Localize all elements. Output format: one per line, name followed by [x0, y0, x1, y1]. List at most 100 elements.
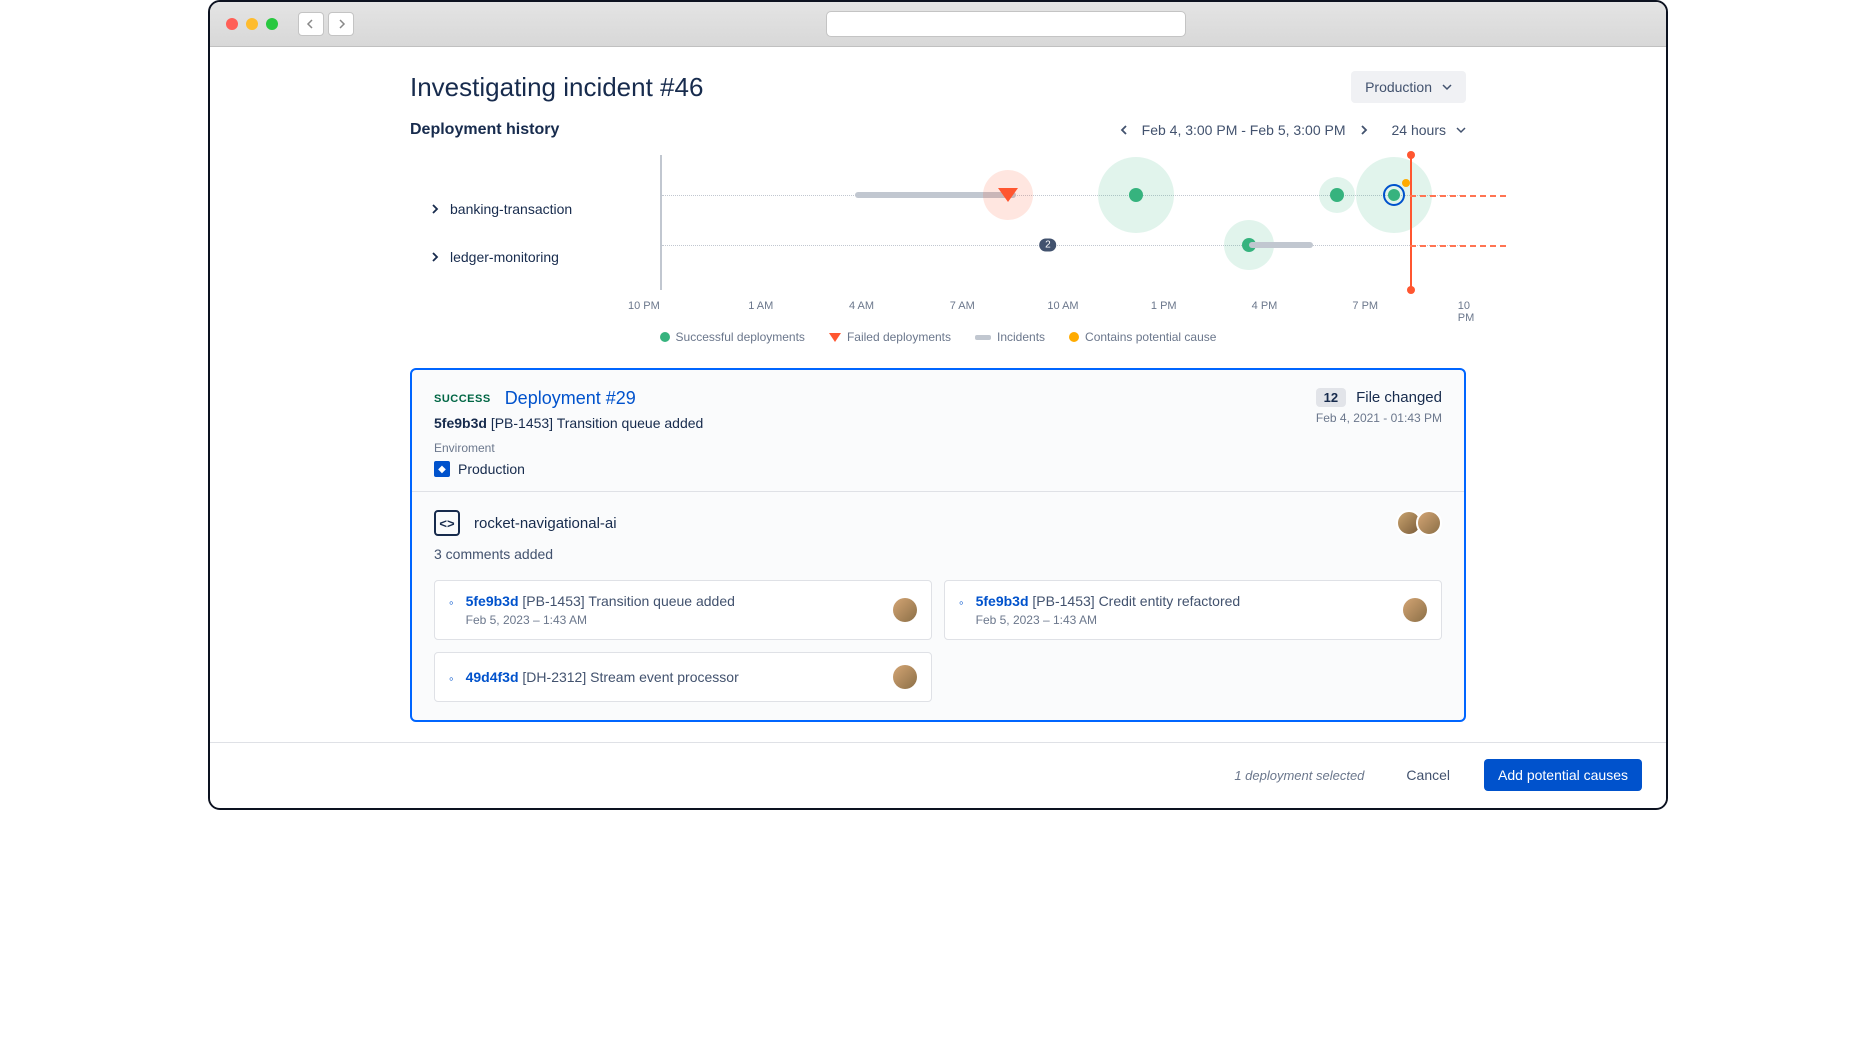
back-button[interactable]	[298, 12, 324, 36]
commit-date: Feb 5, 2023 – 1:43 AM	[976, 613, 1241, 627]
x-tick: 10 PM	[1458, 300, 1475, 324]
commit-message: [PB-1453] Transition queue added	[522, 593, 735, 609]
x-tick: 1 AM	[748, 300, 773, 312]
commit-card[interactable]: ◦ 49d4f3d [DH-2312] Stream event process…	[434, 652, 932, 702]
failed-deployment-icon[interactable]	[998, 188, 1018, 202]
chevron-down-icon	[1456, 125, 1466, 135]
cancel-button[interactable]: Cancel	[1392, 759, 1464, 791]
chevron-right-icon	[430, 252, 440, 262]
incident-extension-line	[1410, 195, 1506, 197]
date-prev-button[interactable]	[1120, 122, 1130, 138]
comments-count: 3 comments added	[434, 546, 1442, 562]
x-tick: 7 PM	[1352, 300, 1378, 312]
x-tick: 4 AM	[849, 300, 874, 312]
selection-status: 1 deployment selected	[1234, 768, 1364, 783]
nav-buttons	[298, 12, 354, 36]
files-changed-count: 12	[1316, 388, 1346, 407]
add-potential-causes-button[interactable]: Add potential causes	[1484, 759, 1642, 791]
environment-dropdown-label: Production	[1365, 79, 1432, 95]
address-bar-container	[362, 11, 1650, 37]
section-title: Deployment history	[410, 121, 559, 139]
timeline-legend: Successful deployments Failed deployment…	[410, 330, 1466, 344]
avatar	[1416, 510, 1442, 536]
commit-card[interactable]: ◦ 5fe9b3d [PB-1453] Credit entity refact…	[944, 580, 1442, 640]
legend-item-success: Successful deployments	[660, 330, 805, 344]
commit-grid: ◦ 5fe9b3d [PB-1453] Transition queue add…	[434, 580, 1442, 702]
timeline-canvas: 2	[660, 155, 1466, 290]
timeline-lane	[662, 245, 1466, 246]
legend-item-cause: Contains potential cause	[1069, 330, 1216, 344]
timeline-row-labels: banking-transaction ledger-monitoring	[410, 155, 660, 290]
status-badge: SUCCESS	[434, 393, 491, 405]
selected-deployment-icon[interactable]	[1383, 184, 1405, 206]
date-next-button[interactable]	[1358, 122, 1368, 138]
incident-bar	[1249, 242, 1313, 248]
successful-deployment-icon[interactable]	[1330, 188, 1344, 202]
legend-item-incidents: Incidents	[975, 330, 1045, 344]
chevron-down-icon	[1442, 82, 1452, 92]
timeline-row-toggle[interactable]: ledger-monitoring	[410, 233, 660, 281]
successful-deployment-icon[interactable]	[1129, 188, 1143, 202]
commit-icon: ◦	[449, 671, 454, 686]
forward-button[interactable]	[328, 12, 354, 36]
environment-dropdown[interactable]: Production	[1351, 71, 1466, 103]
incident-bar-icon	[975, 335, 991, 340]
deployment-timestamp: Feb 4, 2021 - 01:43 PM	[1316, 411, 1442, 425]
code-icon: <>	[434, 510, 460, 536]
contributor-avatars[interactable]	[1396, 510, 1442, 536]
commit-message: [PB-1453] Credit entity refactored	[1032, 593, 1240, 609]
timeline-row-label: ledger-monitoring	[450, 249, 559, 265]
deployment-card: SUCCESS Deployment #29 5fe9b3d [PB-1453]…	[410, 368, 1466, 722]
avatar	[1403, 598, 1427, 622]
incident-time-marker	[1410, 155, 1412, 290]
potential-cause-icon	[1402, 179, 1410, 187]
period-dropdown[interactable]: 24 hours	[1392, 122, 1466, 138]
chevron-right-icon	[430, 204, 440, 214]
repo-name[interactable]: rocket-navigational-ai	[474, 515, 617, 532]
traffic-lights	[226, 18, 278, 30]
commit-icon: ◦	[959, 595, 964, 610]
commit-icon: ◦	[449, 595, 454, 610]
period-label: 24 hours	[1392, 122, 1446, 138]
header-row: Investigating incident #46 Production	[410, 71, 1466, 103]
subheader-row: Deployment history Feb 4, 3:00 PM - Feb …	[410, 121, 1466, 139]
deployment-card-body: <> rocket-navigational-ai 3 comments add…	[412, 492, 1464, 720]
x-tick: 1 PM	[1151, 300, 1177, 312]
main-content: Investigating incident #46 Production De…	[210, 47, 1666, 808]
x-tick: 4 PM	[1252, 300, 1278, 312]
avatar	[893, 665, 917, 689]
timeline-row-toggle[interactable]: banking-transaction	[410, 185, 660, 233]
date-controls: Feb 4, 3:00 PM - Feb 5, 3:00 PM 24 hours	[1120, 122, 1466, 138]
files-changed[interactable]: 12 File changed	[1316, 388, 1442, 407]
x-tick: 10 AM	[1047, 300, 1078, 312]
avatar	[893, 598, 917, 622]
app-window: Investigating incident #46 Production De…	[208, 0, 1668, 810]
deployment-card-header: SUCCESS Deployment #29 5fe9b3d [PB-1453]…	[412, 370, 1464, 492]
repo-row: <> rocket-navigational-ai	[434, 510, 1442, 536]
commit-date: Feb 5, 2023 – 1:43 AM	[466, 613, 735, 627]
timeline-row-label: banking-transaction	[450, 201, 572, 217]
files-changed-label: File changed	[1356, 389, 1442, 406]
commit-card[interactable]: ◦ 5fe9b3d [PB-1453] Transition queue add…	[434, 580, 932, 640]
deployment-commit-line: 5fe9b3d [PB-1453] Transition queue added	[434, 415, 703, 431]
commit-hash: 5fe9b3d	[434, 415, 487, 431]
x-tick: 10 PM	[628, 300, 660, 312]
close-window-icon[interactable]	[226, 18, 238, 30]
x-tick: 7 AM	[950, 300, 975, 312]
minimize-window-icon[interactable]	[246, 18, 258, 30]
titlebar	[210, 2, 1666, 47]
cause-dot-icon	[1069, 332, 1079, 342]
legend-item-failed: Failed deployments	[829, 330, 951, 344]
deployment-title[interactable]: Deployment #29	[505, 388, 636, 409]
cluster-count-badge[interactable]: 2	[1039, 239, 1057, 252]
commit-message: [DH-2312] Stream event processor	[522, 669, 738, 685]
address-bar[interactable]	[826, 11, 1186, 37]
maximize-window-icon[interactable]	[266, 18, 278, 30]
footer-bar: 1 deployment selected Cancel Add potenti…	[210, 742, 1666, 807]
commit-hash: 5fe9b3d	[976, 593, 1029, 609]
environment-value: ◆ Production	[434, 461, 1442, 477]
date-range-nav: Feb 4, 3:00 PM - Feb 5, 3:00 PM	[1120, 122, 1368, 138]
success-dot-icon	[660, 332, 670, 342]
timeline-chart: banking-transaction ledger-monitoring	[410, 155, 1466, 290]
bitbucket-icon: ◆	[434, 461, 450, 477]
